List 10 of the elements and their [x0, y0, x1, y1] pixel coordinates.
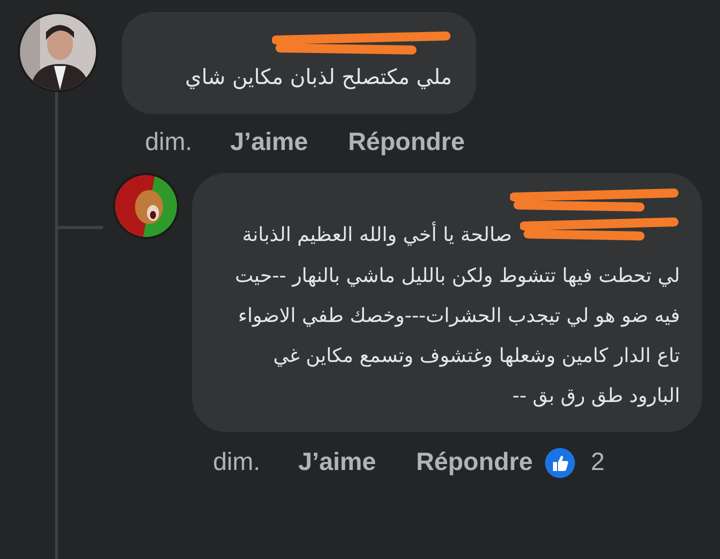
reaction-count: 2	[590, 448, 605, 478]
timestamp: dim.	[213, 448, 260, 478]
comment-text: صالحة يا أخي والله العظيم الذبانة لي تحطت فيها تتشوط ولكن بالليل ماشي بالنهار --حيت فيه ضو هو لي تيجدب الحشرات---وخصك طفي الاضواء تاع الدار كامين وشعلها وغتشوف وتسمع مكاين غي البارود طق رق بق --	[218, 215, 680, 416]
comment-text: ملي مكتصلح لذبان مكاين شاي	[184, 64, 452, 92]
like-link[interactable]: J’aime	[230, 128, 308, 157]
timestamp: dim.	[145, 128, 192, 157]
reply-link[interactable]: Répondre	[348, 128, 465, 157]
like-link[interactable]: J’aime	[298, 448, 376, 478]
like-icon	[544, 448, 575, 478]
reply-link[interactable]: Répondre	[416, 448, 533, 478]
